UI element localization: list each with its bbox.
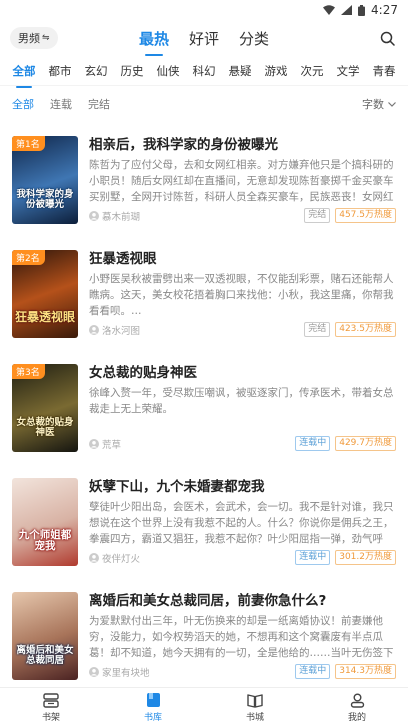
status-badge: 连载中 bbox=[295, 550, 331, 565]
wifi-icon bbox=[323, 5, 336, 15]
nav-profile[interactable]: 我的 bbox=[306, 688, 408, 727]
swap-icon: ⇋ bbox=[42, 33, 50, 43]
status-badge: 完结 bbox=[304, 208, 331, 223]
sort-dropdown[interactable]: 字数 bbox=[362, 96, 396, 112]
nav-label: 书架 bbox=[41, 712, 60, 723]
battery-icon bbox=[358, 4, 366, 16]
cover-title: 我科学家的身份被曝光 bbox=[16, 189, 74, 211]
book-description: 徐峰入赘一年，受尽欺压嘲讽，被驱逐家门，传承医术，带着女总裁走上无上荣耀。 bbox=[89, 387, 394, 415]
category-youth[interactable]: 青春 bbox=[366, 63, 402, 79]
gender-label: 男频 bbox=[18, 32, 40, 45]
search-button[interactable] bbox=[376, 27, 398, 49]
rank-badge: 第3名 bbox=[12, 364, 45, 379]
author-name: 慕木前瑚 bbox=[102, 211, 141, 223]
category-xianxia[interactable]: 仙侠 bbox=[150, 63, 186, 79]
heat-badge: 457.5万热度 bbox=[335, 208, 396, 223]
category-all[interactable]: 全部 bbox=[6, 63, 42, 88]
category-history[interactable]: 历史 bbox=[114, 63, 150, 79]
tab-hot[interactable]: 最热 bbox=[139, 28, 169, 56]
author[interactable]: 洛水河图 bbox=[89, 323, 140, 337]
search-icon bbox=[380, 31, 395, 46]
chevron-down-icon bbox=[388, 101, 396, 107]
book-description: 小野医吴秋被雷劈出来一双透视眼，不仅能刮彩票，赌石还能帮人瞧病。这天，美女校花捂… bbox=[89, 273, 394, 317]
gender-switch[interactable]: 男频 ⇋ bbox=[10, 27, 58, 49]
book-title[interactable]: 妖孽下山，九个未婚妻都宠我 bbox=[89, 478, 396, 496]
filter-finished[interactable]: 完结 bbox=[88, 96, 110, 112]
author[interactable]: 夜伴灯火 bbox=[89, 551, 140, 565]
book-cover[interactable]: 离婚后和美女总裁同居 bbox=[12, 592, 78, 680]
sort-label: 字数 bbox=[362, 98, 384, 111]
nav-bookshelf[interactable]: 书架 bbox=[0, 688, 102, 727]
tab-rated[interactable]: 好评 bbox=[189, 28, 219, 49]
heat-badge: 423.5万热度 bbox=[335, 322, 396, 337]
nav-label: 我的 bbox=[347, 712, 366, 723]
author[interactable]: 家里有块地 bbox=[89, 665, 150, 679]
author[interactable]: 慕木前瑚 bbox=[89, 209, 140, 223]
book-cover[interactable]: 第1名 我科学家的身份被曝光 bbox=[12, 136, 78, 224]
status-badge: 完结 bbox=[304, 322, 331, 337]
category-urban[interactable]: 都市 bbox=[42, 63, 78, 79]
book-title[interactable]: 离婚后和美女总裁同居，前妻你急什么? bbox=[89, 592, 396, 610]
cover-title: 离婚后和美女总裁同居 bbox=[16, 645, 74, 667]
top-bar: 男频 ⇋ 最热 好评 分类 bbox=[0, 20, 408, 56]
cover-title: 狂暴透视眼 bbox=[14, 310, 75, 325]
nav-bookstore[interactable]: 书城 bbox=[204, 688, 306, 727]
filter-bar: 全部 连载 完结 字数 bbox=[0, 86, 408, 122]
book-item[interactable]: 第1名 我科学家的身份被曝光 相亲后，我科学家的身份被曝光 陈哲为了应付父母，去… bbox=[0, 136, 408, 250]
filter-all[interactable]: 全部 bbox=[12, 96, 34, 112]
heat-badge: 429.7万热度 bbox=[335, 436, 396, 451]
book-title[interactable]: 相亲后，我科学家的身份被曝光 bbox=[89, 136, 396, 154]
status-badge: 连载中 bbox=[295, 436, 331, 451]
nav-label: 书城 bbox=[245, 712, 264, 723]
author-avatar-icon bbox=[89, 438, 99, 449]
author-avatar-icon bbox=[89, 210, 99, 221]
book-list: 第1名 我科学家的身份被曝光 相亲后，我科学家的身份被曝光 陈哲为了应付父母，去… bbox=[0, 136, 408, 706]
author[interactable]: 荒草 bbox=[89, 437, 121, 451]
book-description: 为爱默默付出三年，叶无伤换来的却是一纸离婚协议！前妻嫌他穷，没能力，如今权势滔天… bbox=[89, 615, 394, 659]
heat-badge: 314.3万热度 bbox=[335, 664, 396, 679]
category-mystery[interactable]: 悬疑 bbox=[222, 63, 258, 79]
book-cover[interactable]: 第2名 狂暴透视眼 bbox=[12, 250, 78, 338]
book-cover[interactable]: 九个师姐都宠我 bbox=[12, 478, 78, 566]
book-item[interactable]: 九个师姐都宠我 妖孽下山，九个未婚妻都宠我 孽徒叶少阳出岛，会医术，会武术，会一… bbox=[0, 478, 408, 592]
category-acg[interactable]: 次元 bbox=[294, 63, 330, 79]
status-time: 4:27 bbox=[371, 3, 398, 17]
category-tabs: 全部 都市 玄幻 历史 仙侠 科幻 悬疑 游戏 次元 文学 青春 bbox=[0, 56, 408, 88]
category-game[interactable]: 游戏 bbox=[258, 63, 294, 79]
cover-title: 九个师姐都宠我 bbox=[18, 528, 72, 552]
category-fantasy[interactable]: 玄幻 bbox=[78, 63, 114, 79]
book-cover[interactable]: 第3名 女总裁的贴身神医 bbox=[12, 364, 78, 452]
book-title[interactable]: 女总裁的贴身神医 bbox=[89, 364, 396, 382]
category-literature[interactable]: 文学 bbox=[330, 63, 366, 79]
cover-title: 女总裁的贴身神医 bbox=[16, 417, 74, 439]
open-book-icon bbox=[247, 693, 263, 708]
author-name: 家里有块地 bbox=[102, 667, 150, 679]
bottom-nav: 书架 书库 书城 我的 bbox=[0, 687, 408, 727]
author-name: 夜伴灯火 bbox=[102, 553, 141, 565]
heat-badge: 301.2万热度 bbox=[335, 550, 396, 565]
author-name: 洛水河图 bbox=[102, 325, 141, 337]
book-item[interactable]: 第3名 女总裁的贴身神医 女总裁的贴身神医 徐峰入赘一年，受尽欺压嘲讽，被驱逐家… bbox=[0, 364, 408, 478]
library-icon bbox=[146, 693, 160, 707]
author-avatar-icon bbox=[89, 552, 99, 563]
signal-icon bbox=[341, 5, 353, 15]
author-name: 荒草 bbox=[102, 439, 122, 451]
author-avatar-icon bbox=[89, 324, 99, 335]
filter-ongoing[interactable]: 连载 bbox=[50, 96, 72, 112]
status-badge: 连载中 bbox=[295, 664, 331, 679]
tab-category[interactable]: 分类 bbox=[239, 28, 269, 49]
author-avatar-icon bbox=[89, 666, 99, 677]
book-title[interactable]: 狂暴透视眼 bbox=[89, 250, 396, 268]
rank-badge: 第2名 bbox=[12, 250, 45, 265]
nav-label: 书库 bbox=[143, 713, 162, 723]
book-description: 孽徒叶少阳出岛，会医术，会武术，会一切。我不是针对谁，我只想说在这个世界上没有我… bbox=[89, 501, 394, 545]
nav-library[interactable]: 书库 bbox=[102, 688, 204, 727]
status-bar: 4:27 bbox=[0, 0, 408, 20]
book-item[interactable]: 第2名 狂暴透视眼 狂暴透视眼 小野医吴秋被雷劈出来一双透视眼，不仅能刮彩票，赌… bbox=[0, 250, 408, 364]
rank-badge: 第1名 bbox=[12, 136, 45, 151]
category-scifi[interactable]: 科幻 bbox=[186, 63, 222, 79]
bookshelf-icon bbox=[43, 692, 59, 708]
user-icon bbox=[350, 693, 364, 708]
book-description: 陈哲为了应付父母，去和女网红相亲。对方嫌弃他只是个搞科研的小职员！随后女网红却在… bbox=[89, 159, 394, 203]
